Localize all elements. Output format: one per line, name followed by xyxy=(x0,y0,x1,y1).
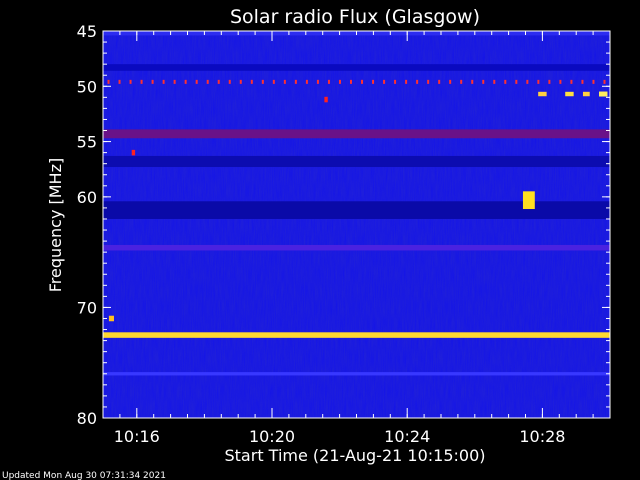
interference-dot xyxy=(239,79,242,84)
x-tick-label: 10:20 xyxy=(249,427,295,446)
interference-dot xyxy=(515,79,518,84)
chart-title: Solar radio Flux (Glasgow) xyxy=(230,6,480,28)
interference-dot xyxy=(592,79,595,84)
interference-dot xyxy=(570,79,573,84)
plot-area xyxy=(102,30,611,419)
y-tick-label: 70 xyxy=(77,298,97,317)
interference-dot xyxy=(559,79,562,84)
y-tick-label: 60 xyxy=(77,188,97,207)
interference-dot xyxy=(537,79,540,84)
y-tick-label: 55 xyxy=(77,133,97,152)
interference-dot xyxy=(372,79,375,84)
interference-dot xyxy=(581,79,584,84)
interference-dot xyxy=(427,79,430,84)
y-tick-label: 45 xyxy=(77,22,97,41)
interference-dot xyxy=(405,79,408,84)
radio-burst xyxy=(108,315,114,322)
interference-dot xyxy=(460,79,463,84)
frequency-band xyxy=(103,372,610,376)
interference-dot xyxy=(206,79,209,84)
x-axis-label: Start Time (21-Aug-21 10:15:00) xyxy=(225,446,486,465)
radio-burst xyxy=(131,149,136,156)
spectrogram-chart: Solar radio Flux (Glasgow) 455055607080 … xyxy=(2,6,611,480)
interference-dot xyxy=(294,79,297,84)
interference-dot xyxy=(471,79,474,84)
interference-dot xyxy=(173,79,176,84)
interference-dot xyxy=(184,79,187,84)
interference-dot xyxy=(394,79,397,84)
interference-dot xyxy=(482,79,485,84)
interference-dot xyxy=(129,79,132,84)
y-tick-label: 50 xyxy=(77,77,97,96)
interference-dot xyxy=(272,79,275,84)
interference-dot xyxy=(449,79,452,84)
frequency-band xyxy=(103,129,610,139)
interference-dot xyxy=(228,79,231,84)
interference-dot xyxy=(493,79,496,84)
radio-burst xyxy=(565,91,574,97)
y-tick-label: 80 xyxy=(77,409,97,428)
interference-dot xyxy=(526,79,529,84)
interference-dot xyxy=(548,79,551,84)
interference-dot xyxy=(438,79,441,84)
frequency-band xyxy=(103,244,610,251)
interference-dot xyxy=(118,79,121,84)
interference-dot xyxy=(504,79,507,84)
updated-footer: Updated Mon Aug 30 07:31:34 2021 xyxy=(2,471,166,480)
spectrogram-noise xyxy=(103,31,610,418)
interference-dot xyxy=(316,79,319,84)
interference-dot xyxy=(195,79,198,84)
interference-dot xyxy=(250,79,253,84)
radio-burst xyxy=(582,91,590,97)
interference-dot xyxy=(338,79,341,84)
y-axis-label: Frequency [MHz] xyxy=(46,158,65,292)
interference-dot xyxy=(305,79,308,84)
interference-dot xyxy=(140,79,143,84)
frequency-band xyxy=(103,155,610,168)
interference-dot xyxy=(151,79,154,84)
interference-dot xyxy=(361,79,364,84)
x-tick-label: 10:24 xyxy=(384,427,430,446)
interference-dot xyxy=(261,79,264,84)
interference-dot xyxy=(327,79,330,84)
interference-dot xyxy=(416,79,419,84)
interference-dot xyxy=(283,79,286,84)
interference-dot xyxy=(107,79,110,84)
radio-burst xyxy=(522,191,535,210)
radio-burst xyxy=(599,91,608,97)
interference-dot xyxy=(383,79,386,84)
interference-dot xyxy=(162,79,165,84)
frequency-band xyxy=(103,64,610,71)
radio-burst xyxy=(324,96,328,103)
x-tick-label: 10:28 xyxy=(519,427,565,446)
interference-dot xyxy=(603,79,606,84)
interference-dot xyxy=(349,79,352,84)
frequency-band xyxy=(103,332,610,338)
interference-dot xyxy=(217,79,220,84)
x-tick-label: 10:16 xyxy=(114,427,160,446)
radio-burst xyxy=(538,91,547,97)
spectrogram-figure: Solar radio Flux (Glasgow) 45 50 55 60 70 80 … xyxy=(0,0,640,480)
